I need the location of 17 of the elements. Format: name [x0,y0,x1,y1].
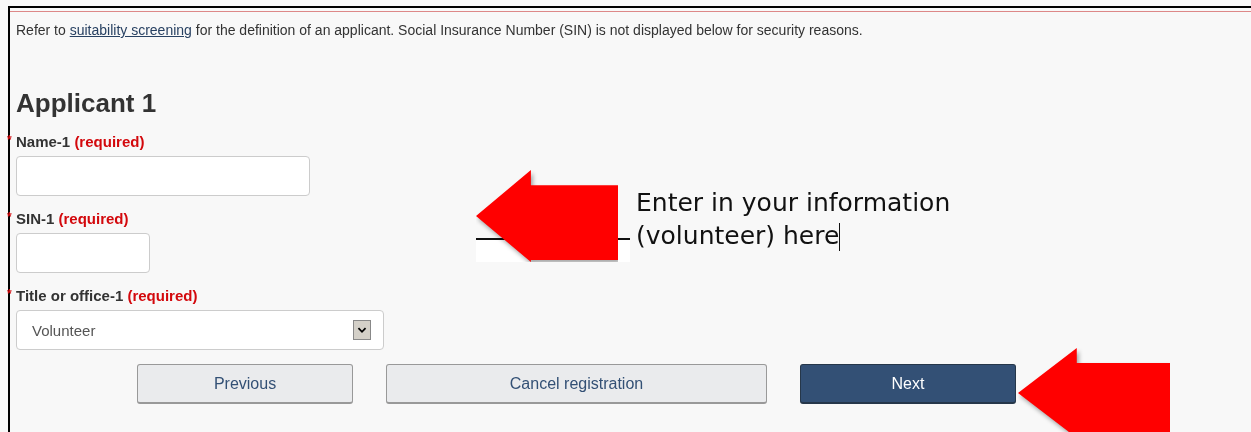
caret-icon [353,320,371,340]
next-button[interactable]: Next [800,364,1016,404]
text-field[interactable] [16,156,310,196]
field-label: Title or office-1 (required) [16,287,198,304]
field-label: Name-1 (required) [16,133,145,150]
callout-text: Enter in your information (volunteer) here [636,187,951,252]
field-label: SIN-1 (required) [16,210,129,227]
applicant-heading: Applicant 1 [16,88,158,119]
required-marker: * [7,287,12,301]
required-marker: * [7,210,12,224]
intro-text: Refer to suitability screening for the definition of an applicant. Social Insurance Number (SIN) is not displayed below for security reasons. [16,22,864,38]
screening-link[interactable]: suitability screening [69,22,192,38]
required-marker: * [7,133,12,147]
nav-button[interactable]: Previous [137,364,353,404]
nav-button[interactable]: Cancel registration [386,364,767,404]
dropdown[interactable]: Volunteer [16,310,384,350]
text-field[interactable] [16,233,150,273]
